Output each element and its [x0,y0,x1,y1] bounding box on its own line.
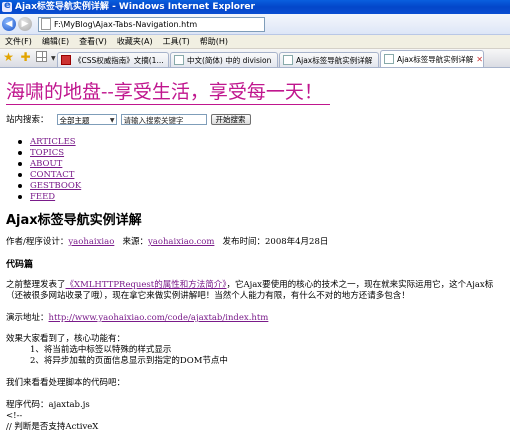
demo-label: 演示地址： [6,313,49,323]
source-link[interactable]: yaohaixiao.com [148,237,214,247]
tab-bar: ★ ✚ ▼ 《CSS权威指南》文摘(1... 中文(简体) 中的 divisio… [0,49,510,68]
bullet-icon [18,150,22,155]
nav-link-about[interactable]: ABOUT [30,159,62,169]
menu-tools[interactable]: 工具(T) [158,35,195,48]
demo-line: 演示地址：http://www.yaohaixiao.com/code/ajax… [6,313,268,324]
search-button[interactable]: 开始搜索 [210,113,251,125]
code-line: // 判断是否支持ActiveX [6,422,99,432]
page-icon [174,55,184,65]
menu-favorites[interactable]: 收藏夹(A) [112,35,158,48]
code-line: <!-- [6,411,23,421]
search-label: 站内搜索： [6,115,49,125]
article-meta: 作者/程序设计：yaohaixiao 来源：yaohaixiao.com 发布时… [6,235,328,247]
add-favorites-icon[interactable]: ✚ [19,50,32,64]
bullet-icon [18,161,22,166]
feature-item: 1、将当前选中标签以特殊的样式显示 [30,345,172,355]
intro-line2: （还被很多网站收录了哦），现在拿它来做实例讲解吧！当然个人能力有限，有什么不对的… [6,291,410,301]
intro-prefix: 之前整理发表了 [6,280,66,290]
site-title: 海啸的地盘--享受生活，享受每一天！ [6,81,323,103]
tab-label: Ajax标签导航实例详解 [296,55,373,65]
tab-label: 中文(简体) 中的 division [187,55,272,65]
menu-bar: 文件(F) 编辑(E) 查看(V) 收藏夹(A) 工具(T) 帮助(H) [0,35,510,49]
list-item: ABOUT [18,158,81,169]
nav-link-guestbook[interactable]: GESTBOOK [30,181,81,191]
menu-help[interactable]: 帮助(H) [195,35,233,48]
search-input[interactable]: 请输入搜索关键字 [120,113,207,125]
features-block: 效果大家看到了，核心功能有： 1、将当前选中标签以特殊的样式显示 2、将异步加载… [6,334,228,367]
page-icon [283,55,293,65]
category-select[interactable]: 全部主题 [56,113,117,126]
tab-division[interactable]: 中文(简体) 中的 division [170,52,278,67]
list-item: GESTBOOK [18,180,81,191]
code-block: 程序代码：ajaxtab.js <!-- // 判断是否支持ActiveX [6,400,98,432]
list-item: CONTACT [18,169,81,180]
nav-link-topics[interactable]: TOPICS [30,148,64,158]
source-label: 来源： [122,237,148,247]
nav-link-feed[interactable]: FEED [30,192,55,202]
article-title: Ajax标签导航实例详解 [6,213,142,228]
window-titlebar: Ajax标签导航实例详解 - Windows Internet Explorer [0,0,510,14]
intro-suffix: ，它Ajax要使用的核心的技术之一，现在就来实际运用它，这个Ajax标 [226,280,494,290]
url-text: F:\MyBlog\Ajax-Tabs-Navigation.htm [54,19,198,29]
page-icon [61,55,71,65]
tab-label: Ajax标签导航实例详解 [397,54,474,64]
menu-file[interactable]: 文件(F) [0,35,37,48]
site-nav: ARTICLES TOPICS ABOUT CONTACT GESTBOOK F… [18,136,81,202]
page-icon [41,18,51,30]
quick-tabs-icon[interactable] [36,50,49,64]
intro-paragraph: 之前整理发表了《XMLHTTPRequest的属性和方法简介》，它Ajax要使用… [6,280,493,302]
bullet-icon [18,172,22,177]
tab-label: 《CSS权威指南》文摘(1... [74,55,164,65]
features-intro: 效果大家看到了，核心功能有： [6,334,126,344]
search-form: 站内搜索： 全部主题 请输入搜索关键字 开始搜索 [6,113,251,126]
page-icon [384,54,394,64]
ie-logo-icon [2,0,12,13]
back-button[interactable]: ◀ [2,17,16,31]
page-content: 海啸的地盘--享受生活，享受每一天！ 站内搜索： 全部主题 请输入搜索关键字 开… [0,68,510,432]
title-underline [6,104,330,105]
list-item: TOPICS [18,147,81,158]
xmlhttprequest-link[interactable]: 《XMLHTTPRequest的属性和方法简介》 [66,280,227,290]
tab-ajax-1[interactable]: Ajax标签导航实例详解 [279,52,379,67]
handler-intro: 我们来看看处理脚本的代码吧： [6,378,126,388]
list-item: ARTICLES [18,136,81,147]
publish-date: 2008年4月28日 [265,237,329,247]
menu-edit[interactable]: 编辑(E) [37,35,74,48]
url-field[interactable]: F:\MyBlog\Ajax-Tabs-Navigation.htm [38,16,265,32]
section-heading: 代码篇 [6,260,34,270]
bullet-icon [18,139,22,144]
date-label: 发布时间： [222,237,266,247]
bullet-icon [18,183,22,188]
author-label: 作者/程序设计： [6,237,69,247]
code-label: 程序代码：ajaxtab.js [6,400,90,410]
window-title: Ajax标签导航实例详解 - Windows Internet Explorer [15,2,255,12]
close-tab-icon[interactable]: ✕ [476,55,483,64]
menu-view[interactable]: 查看(V) [74,35,112,48]
tab-ajax-active[interactable]: Ajax标签导航实例详解 ✕ [380,50,484,67]
favorites-star-icon[interactable]: ★ [2,50,15,64]
list-item: FEED [18,191,81,202]
author-link[interactable]: yaohaixiao [68,237,114,247]
nav-link-contact[interactable]: CONTACT [30,170,74,180]
forward-button[interactable]: ▶ [18,17,32,31]
tab-css-guide[interactable]: 《CSS权威指南》文摘(1... [57,52,169,67]
address-bar: ◀ ▶ F:\MyBlog\Ajax-Tabs-Navigation.htm [0,14,510,35]
demo-link[interactable]: http://www.yaohaixiao.com/code/ajaxtab/i… [49,313,269,323]
bullet-icon [18,194,22,199]
nav-link-articles[interactable]: ARTICLES [30,137,76,147]
feature-item: 2、将异步加载的页面信息显示到指定的DOM节点中 [30,356,228,366]
